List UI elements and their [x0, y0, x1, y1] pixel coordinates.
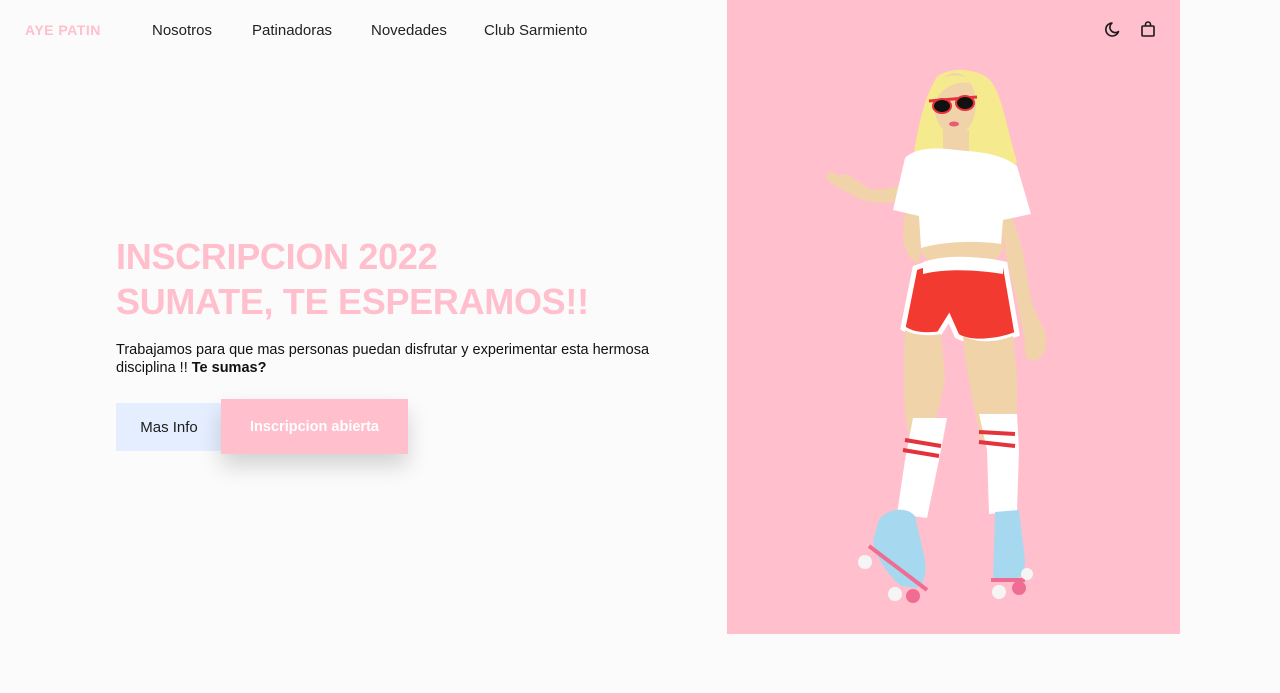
nav-link-club-sarmiento[interactable]: Club Sarmiento	[484, 22, 587, 39]
hero-description: Trabajamos para que mas personas puedan …	[116, 341, 691, 377]
nav-link-nosotros[interactable]: Nosotros	[152, 22, 212, 39]
moon-icon[interactable]	[1104, 19, 1124, 39]
nav-link-novedades[interactable]: Novedades	[371, 22, 447, 39]
mas-info-button[interactable]: Mas Info	[116, 403, 222, 451]
inscripcion-abierta-button[interactable]: Inscripcion abierta	[221, 399, 408, 454]
hero-title-line-2: SUMATE, TE ESPERAMOS!!	[116, 281, 589, 322]
hero-title: INSCRIPCION 2022 SUMATE, TE ESPERAMOS!!	[116, 234, 589, 324]
hero-title-line-1: INSCRIPCION 2022	[116, 236, 438, 277]
hero-illustration-panel	[727, 0, 1180, 634]
shopping-bag-icon[interactable]	[1138, 19, 1158, 39]
nav-link-patinadoras[interactable]: Patinadoras	[252, 22, 332, 39]
roller-skater-illustration	[826, 69, 1047, 603]
logo-link[interactable]: AYE PATIN	[25, 22, 101, 38]
landing-page: AYE PATIN Nosotros Patinadoras Novedades…	[0, 0, 1280, 693]
hero-description-bold: Te sumas?	[191, 360, 267, 376]
